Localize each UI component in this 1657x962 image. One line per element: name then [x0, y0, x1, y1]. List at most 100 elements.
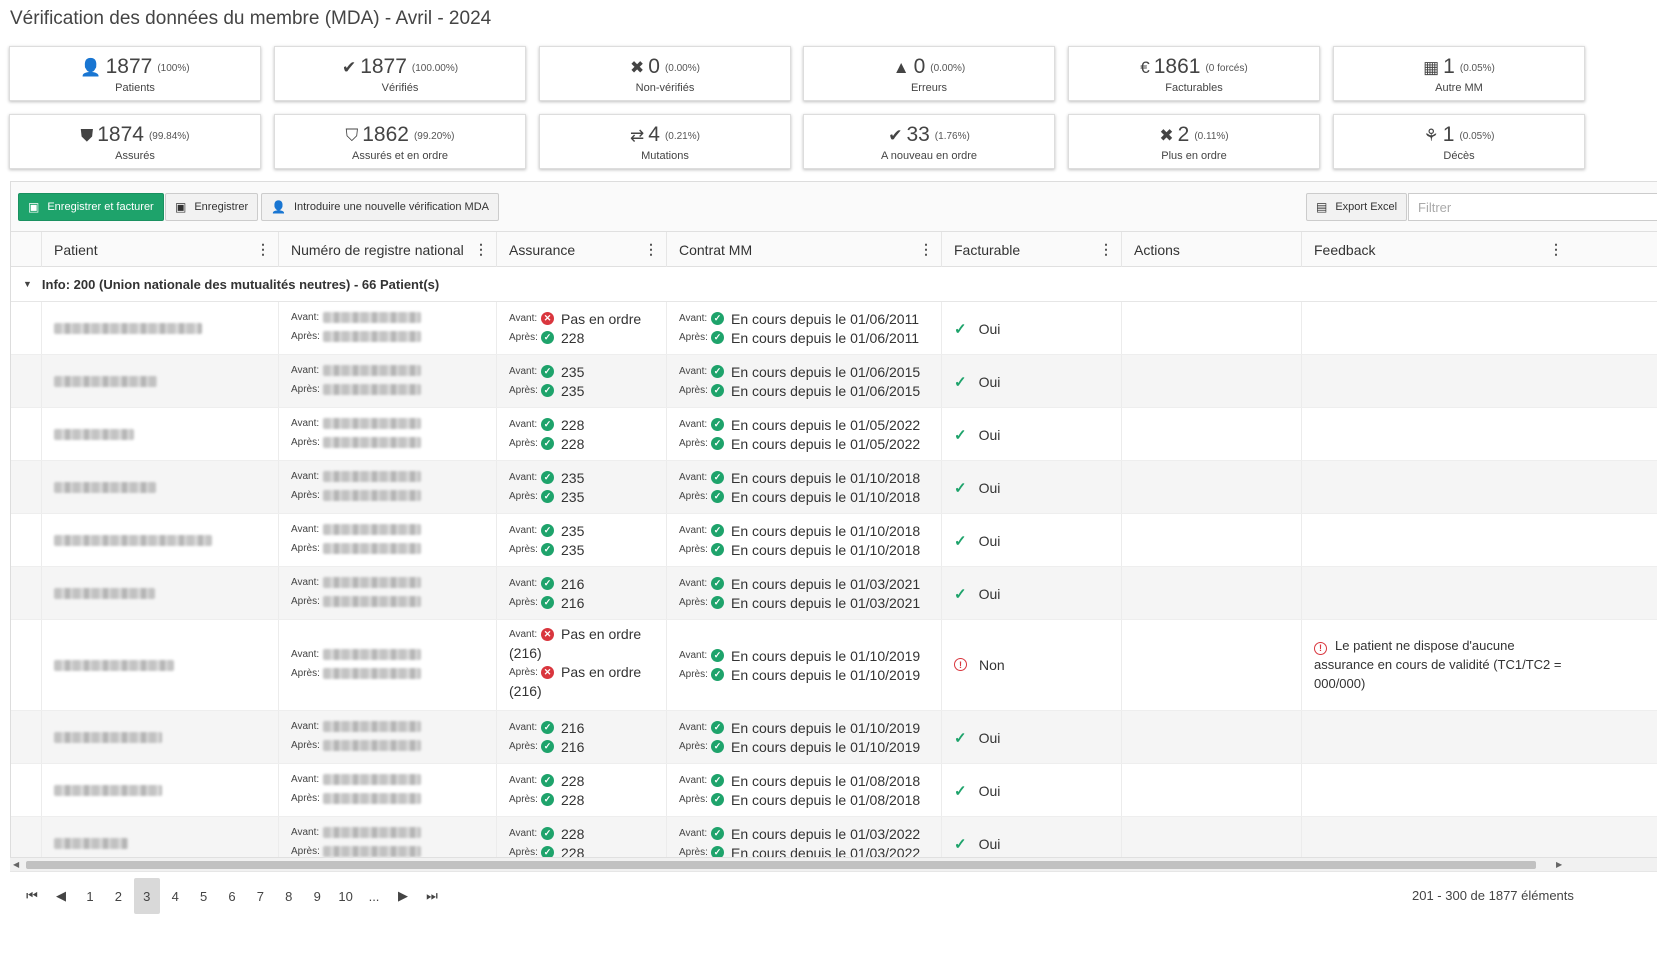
page-button[interactable]: 9 [304, 878, 330, 914]
register-line: Avant: [291, 576, 421, 588]
contract-value: En cours depuis le 01/06/2011 [731, 329, 920, 346]
save-and-invoice-button[interactable]: ▣ Enregistrer et facturer [18, 193, 164, 221]
group-label: Info: 200 (Union nationale des mutualité… [41, 276, 440, 292]
column-header-insurance[interactable]: Assurance ⋮ [496, 232, 666, 267]
check-circle-icon: ✓ [541, 524, 554, 537]
checkmark-icon: ✓ [954, 532, 967, 550]
export-excel-button[interactable]: ▤ Export Excel [1306, 193, 1408, 221]
column-menu-icon[interactable]: ⋮ [474, 241, 488, 258]
table-row[interactable]: Avant: Après: Avant: ✓ 235 Après: ✓ 235 Avant: ✓ E… [11, 355, 1657, 408]
check-circle-icon: ✓ [541, 740, 554, 753]
patient-name-redacted [54, 837, 128, 849]
table-row[interactable]: Avant: Après: Avant: ✓ 216 Après: ✓ 216 Avant: ✓ E… [11, 567, 1657, 620]
column-header-patient[interactable]: Patient ⋮ [41, 232, 278, 267]
collapse-caret-icon[interactable]: ▼ [23, 279, 32, 289]
column-header-mm-contract[interactable]: Contrat MM ⋮ [666, 232, 941, 267]
column-menu-icon[interactable]: ⋮ [1549, 241, 1563, 258]
contract-line: Après: ✓ En cours depuis le 01/06/2011 [679, 330, 919, 346]
column-header-feedback[interactable]: Feedback ⋮ [1301, 232, 1571, 267]
column-header-national-register[interactable]: Numéro de registre national ⋮ [278, 232, 496, 267]
billable-line: ✓ Oui [954, 782, 1000, 800]
column-menu-icon[interactable]: ⋮ [256, 241, 270, 258]
page-button[interactable]: 5 [191, 878, 217, 914]
horizontal-scrollbar[interactable]: ◀ ▶ [10, 857, 1657, 871]
column-menu-icon[interactable]: ⋮ [1099, 241, 1113, 258]
contract-line: Après: ✓ En cours depuis le 01/10/2018 [679, 489, 920, 505]
patient-name-redacted [54, 428, 134, 440]
times-circle-icon: ✖ [1159, 125, 1174, 145]
page-button[interactable]: 8 [276, 878, 302, 914]
checkmark-icon: ✓ [954, 585, 967, 603]
page-button[interactable]: 3 [133, 878, 160, 914]
check-circle-icon: ✓ [711, 437, 724, 450]
page-button[interactable]: 1 [77, 878, 103, 914]
register-number-redacted [323, 845, 421, 857]
contract-value: En cours depuis le 01/10/2019 [731, 666, 921, 683]
patient-cell [41, 711, 278, 763]
page-button[interactable]: 7 [247, 878, 273, 914]
before-after-label: Avant: [509, 578, 538, 589]
previous-page-icon[interactable]: ◀ [48, 878, 74, 914]
register-number-redacted [323, 792, 421, 804]
stat-label: Plus en ordre [1161, 150, 1227, 162]
before-after-label: Après: [291, 436, 320, 448]
page-button[interactable]: 2 [105, 878, 131, 914]
billable-value: Oui [978, 585, 1001, 602]
scroll-right-icon[interactable]: ▶ [1556, 858, 1562, 872]
check-circle-icon: ✓ [541, 418, 554, 431]
scroll-left-icon[interactable]: ◀ [13, 858, 19, 872]
stat-label: Autre MM [1435, 82, 1483, 94]
page-button[interactable]: 4 [162, 878, 188, 914]
table-row[interactable]: Avant: Après: Avant: ✓ 235 Après: ✓ 235 Avant: ✓ E… [11, 461, 1657, 514]
page-button[interactable]: 10 [333, 878, 359, 914]
column-header-label: Facturable [954, 241, 1021, 258]
column-header-billable[interactable]: Facturable ⋮ [941, 232, 1121, 267]
table-row[interactable]: Avant: Après: Avant: ✕ Pas en ordre Après: ✓ 22… [11, 302, 1657, 355]
register-number-redacted [323, 542, 421, 554]
last-page-icon[interactable]: ⏭ [419, 878, 445, 914]
filter-input[interactable] [1408, 193, 1657, 221]
first-page-icon[interactable]: ⏮ [19, 878, 45, 914]
contract-line: Après: ✓ En cours depuis le 01/10/2018 [679, 542, 920, 558]
checkmark-icon: ✓ [954, 835, 967, 853]
insurance-value: 228 [561, 791, 585, 808]
before-after-label: Avant: [679, 419, 708, 430]
check-circle-icon: ✓ [711, 490, 724, 503]
table-row[interactable]: Avant: Après: Avant: ✓ 216 Après: ✓ 216 Avant: ✓ E… [11, 711, 1657, 764]
page-button[interactable]: 6 [219, 878, 245, 914]
patient-cell [41, 567, 278, 619]
actions-cell [1121, 711, 1301, 763]
mm-contract-cell: Avant: ✓ En cours depuis le 01/06/2015 Aprè… [666, 355, 941, 407]
table-row[interactable]: Avant: Après: Avant: ✓ 228 Après: ✓ 228 Avant: ✓ E… [11, 764, 1657, 817]
check-circle-icon: ✓ [711, 649, 724, 662]
column-menu-icon[interactable]: ⋮ [644, 241, 658, 258]
stat-percent: (0.00%) [664, 63, 700, 74]
new-mda-check-button[interactable]: 👤 Introduire une nouvelle vérification M… [261, 193, 499, 221]
before-after-label: Après: [509, 385, 538, 396]
exchange-icon: ⇄ [630, 125, 645, 145]
scrollbar-thumb[interactable] [26, 861, 1536, 869]
insurance-value: Pas en ordre [561, 310, 642, 327]
before-after-label: Avant: [291, 773, 320, 785]
save-and-invoice-label: Enregistrer et facturer [47, 201, 154, 213]
table-row[interactable]: Avant: Après: Avant: ✓ 228 Après: ✓ 228 Avant: ✓ E… [11, 408, 1657, 461]
contract-value: En cours depuis le 01/10/2018 [731, 541, 921, 558]
save-button[interactable]: ▣ Enregistrer [165, 193, 259, 221]
stat-label: Non-vérifiés [635, 82, 695, 94]
billable-cell: ! Non [941, 620, 1121, 710]
contract-value: En cours depuis le 01/05/2022 [731, 435, 921, 452]
before-after-label: Après: [291, 739, 320, 751]
before-after-label: Après: [291, 330, 320, 342]
group-row[interactable]: ▼ Info: 200 (Union nationale des mutuali… [11, 267, 1657, 302]
table-row[interactable]: Avant: Après: Avant: ✓ 235 Après: ✓ 235 Avant: ✓ E… [11, 514, 1657, 567]
mm-contract-cell: Avant: ✓ En cours depuis le 01/10/2018 Aprè… [666, 514, 941, 566]
stat-card: ✔ 33 (1.76%) A nouveau en ordre [803, 114, 1055, 169]
actions-cell [1121, 764, 1301, 816]
user-times-icon: ✖ [630, 57, 645, 77]
contract-value: En cours depuis le 01/10/2018 [731, 469, 921, 486]
table-row[interactable]: Avant: Après: Avant: ✕ Pas en ordre (216) Aprè… [11, 620, 1657, 711]
contract-line: Avant: ✓ En cours depuis le 01/10/2018 [679, 470, 920, 486]
next-page-icon[interactable]: ▶ [390, 878, 416, 914]
before-after-label: Après: [679, 597, 708, 608]
column-menu-icon[interactable]: ⋮ [919, 241, 933, 258]
